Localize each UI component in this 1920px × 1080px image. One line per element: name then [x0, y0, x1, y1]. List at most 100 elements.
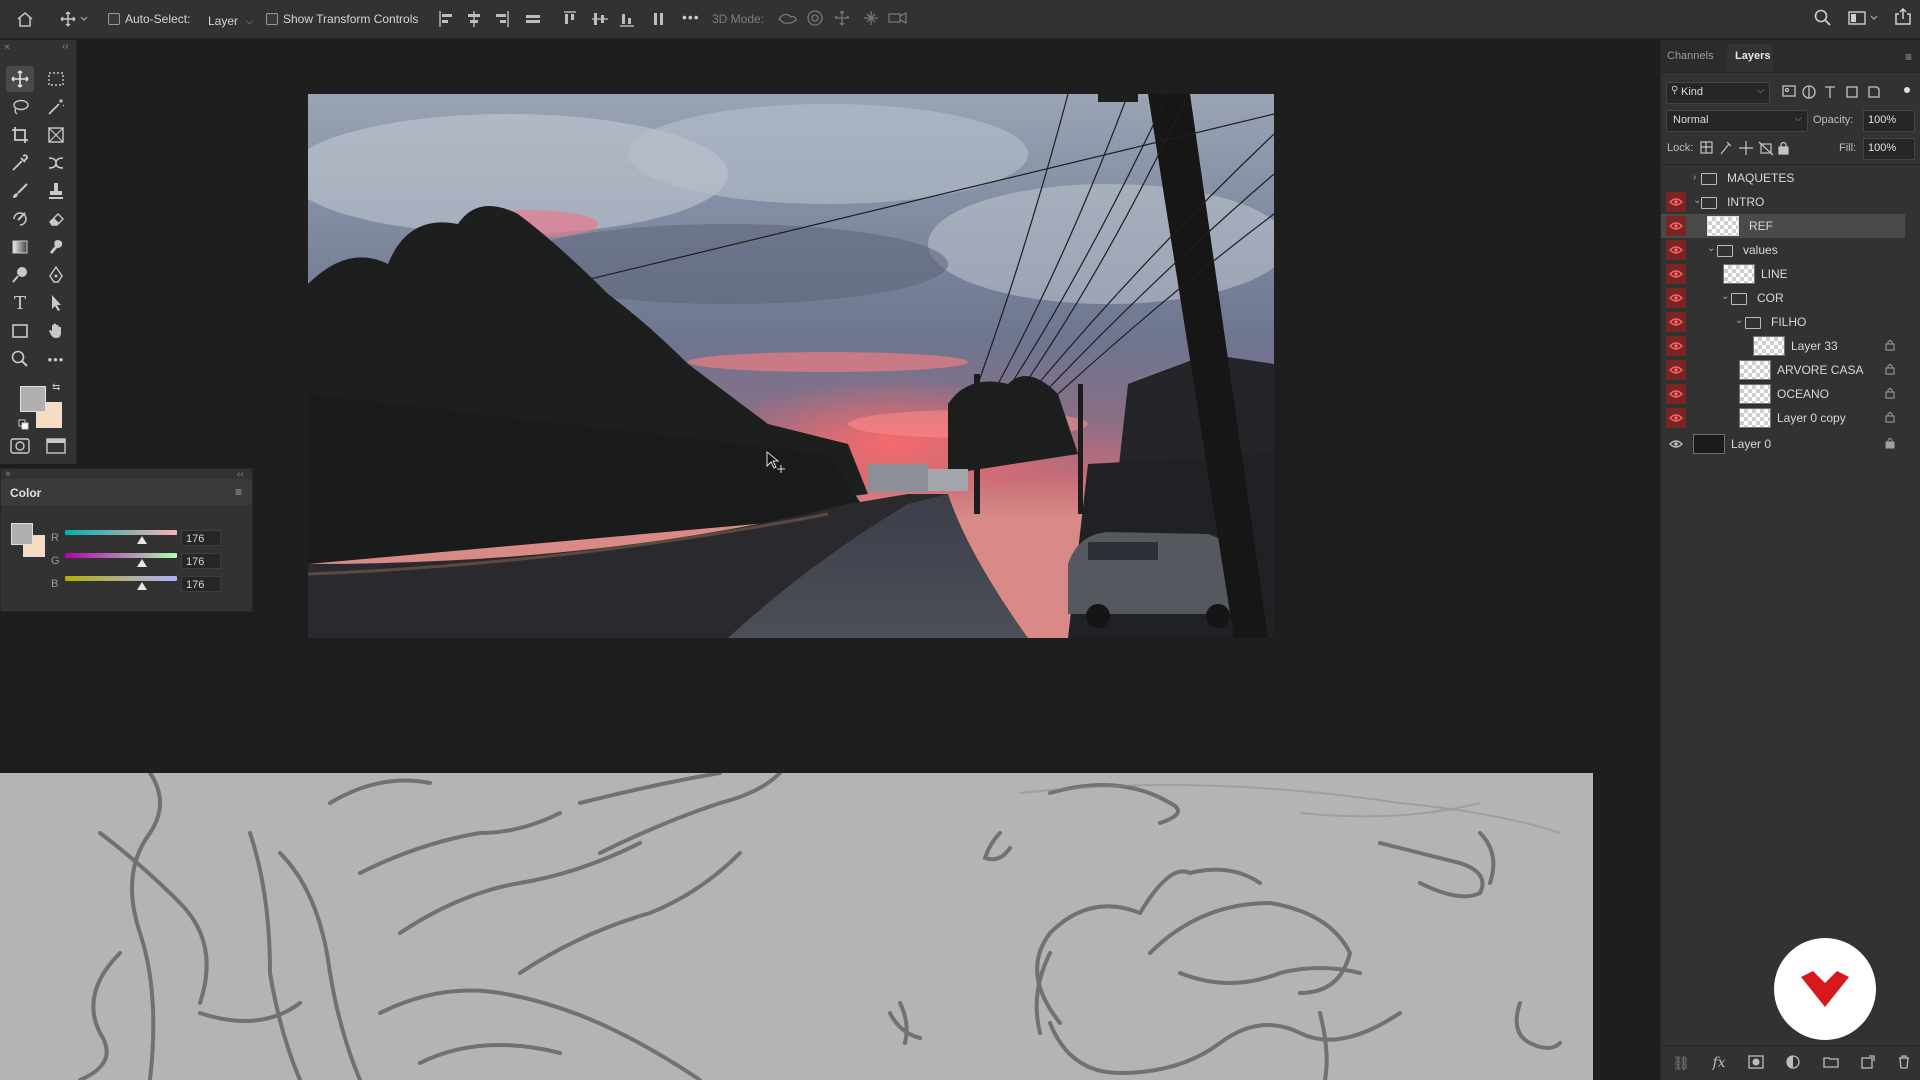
sketch-canvas[interactable]	[0, 773, 1593, 1080]
eraser-tool-icon[interactable]	[42, 206, 70, 232]
layer-row-layer-33[interactable]: Layer 33	[1661, 334, 1905, 358]
magic-wand-tool-icon[interactable]	[42, 94, 70, 120]
lock-buttons[interactable]	[1699, 140, 1789, 159]
green-slider-thumb[interactable]	[137, 559, 148, 567]
eye-icon[interactable]	[1666, 216, 1686, 236]
eye-icon[interactable]	[1666, 264, 1686, 284]
blue-value-field[interactable]: 176	[181, 576, 221, 592]
brush-tool-icon[interactable]	[6, 178, 34, 204]
panel-menu-icon[interactable]: ≡	[1905, 50, 1912, 64]
add-mask-icon[interactable]	[1748, 1054, 1764, 1072]
eye-icon[interactable]	[1666, 312, 1686, 332]
opacity-field[interactable]: 100%	[1863, 110, 1915, 132]
layer-row-ref[interactable]: REF	[1661, 214, 1905, 238]
pen-tool-icon[interactable]	[42, 262, 70, 288]
new-group-icon[interactable]	[1823, 1055, 1839, 1071]
eye-icon[interactable]	[1666, 240, 1686, 260]
blue-slider-thumb[interactable]	[137, 582, 148, 590]
visibility-off-icon[interactable]	[1666, 168, 1686, 188]
adjustment-layer-icon[interactable]	[1786, 1054, 1801, 1072]
blend-mode-dropdown[interactable]: Normal ⌵	[1666, 110, 1808, 132]
link-layers-icon[interactable]: ⛓	[1672, 1055, 1690, 1072]
chevron-right-icon[interactable]: ›	[1693, 172, 1696, 183]
default-colors-icon[interactable]	[18, 418, 30, 436]
chevron-down-icon: ⌵	[1757, 85, 1764, 95]
eye-icon[interactable]	[1666, 336, 1686, 356]
eye-icon[interactable]	[1666, 192, 1686, 212]
screen-mode-icon[interactable]	[46, 438, 66, 459]
close-icon[interactable]: ×	[4, 42, 10, 53]
layer-row-layer-0[interactable]: Layer 0	[1661, 432, 1905, 456]
eye-icon[interactable]	[1666, 408, 1686, 428]
layer-row-values[interactable]: ⌄ values	[1661, 238, 1905, 262]
fx-icon[interactable]: fx	[1712, 1055, 1725, 1071]
share-icon[interactable]	[1894, 7, 1912, 29]
layer-row-arvore-casa[interactable]: ARVORE CASA	[1661, 358, 1905, 382]
search-icon[interactable]	[1814, 9, 1832, 30]
chevron-down-icon[interactable]: ⌄	[1735, 315, 1743, 326]
tab-channels[interactable]: Channels	[1667, 50, 1713, 62]
move-tool-preset-icon[interactable]	[58, 8, 92, 30]
patch-tool-icon[interactable]	[42, 150, 70, 176]
blue-slider-track[interactable]	[65, 576, 177, 581]
marquee-tool-icon[interactable]	[42, 66, 70, 92]
3d-mode-tools	[776, 9, 910, 30]
eye-icon[interactable]	[1666, 434, 1686, 454]
color-panel-foreground-swatch-front[interactable]	[11, 523, 33, 545]
eye-icon[interactable]	[1666, 288, 1686, 308]
delete-layer-icon[interactable]	[1898, 1054, 1910, 1072]
gradient-tool-icon[interactable]	[6, 234, 34, 260]
red-slider-thumb[interactable]	[137, 536, 148, 544]
layer-row-oceano[interactable]: OCEANO	[1661, 382, 1905, 406]
eye-icon[interactable]	[1666, 384, 1686, 404]
move-tool-icon[interactable]	[6, 66, 34, 92]
green-value-field[interactable]: 176	[181, 553, 221, 569]
show-transform-checkbox[interactable]: Show Transform Controls	[266, 8, 418, 30]
layer-filter-icons[interactable]	[1781, 84, 1917, 103]
chevron-down-icon[interactable]: ⌄	[1707, 243, 1715, 254]
swap-colors-icon[interactable]: ⇆	[52, 382, 60, 393]
dodge-tool-icon[interactable]	[6, 262, 34, 288]
eye-icon[interactable]	[1666, 360, 1686, 380]
lasso-tool-icon[interactable]	[6, 94, 34, 120]
more-options-icon[interactable]: •••	[682, 9, 700, 25]
hand-tool-icon[interactable]	[42, 318, 70, 344]
layer-row-layer-0-copy[interactable]: Layer 0 copy	[1661, 406, 1905, 430]
home-icon[interactable]	[14, 8, 36, 30]
collapse-icon[interactable]: ‹‹	[62, 41, 69, 52]
auto-select-target-dropdown[interactable]: Layer ⌵	[202, 8, 259, 34]
green-slider-track[interactable]	[65, 553, 177, 558]
layer-thumbnail	[1739, 384, 1771, 404]
layer-row-maquetes[interactable]: › MAQUETES	[1661, 166, 1905, 190]
zoom-tool-icon[interactable]	[6, 346, 34, 372]
more-tools-icon[interactable]: •••	[42, 346, 70, 372]
color-panel-title[interactable]: Color	[10, 486, 41, 500]
path-selection-tool-icon[interactable]	[42, 290, 70, 316]
rectangle-tool-icon[interactable]	[6, 318, 34, 344]
stamp-tool-icon[interactable]	[42, 178, 70, 204]
foreground-color-swatch-front[interactable]	[20, 386, 46, 412]
reference-photo[interactable]	[308, 94, 1274, 638]
frame-tool-icon[interactable]	[42, 122, 70, 148]
auto-select-checkbox[interactable]: Auto-Select:	[108, 8, 190, 30]
red-slider-track[interactable]	[65, 530, 177, 535]
layer-row-filho[interactable]: ⌄ FILHO	[1661, 310, 1905, 334]
chevron-down-icon[interactable]: ⌄	[1721, 291, 1729, 302]
fill-field[interactable]: 100%	[1863, 138, 1915, 160]
crop-tool-icon[interactable]	[6, 122, 34, 148]
filter-kind-dropdown[interactable]: ⚲ Kind ⌵	[1666, 82, 1770, 104]
tab-layers[interactable]: Layers	[1735, 50, 1770, 62]
new-layer-icon[interactable]	[1861, 1054, 1875, 1072]
smudge-tool-icon[interactable]	[42, 234, 70, 260]
layer-name: COR	[1757, 291, 1784, 305]
layer-row-line[interactable]: LINE	[1661, 262, 1905, 286]
red-value-field[interactable]: 176	[181, 530, 221, 546]
type-tool-icon[interactable]: T	[6, 290, 34, 316]
panel-menu-icon[interactable]: ≡	[235, 485, 242, 499]
workspace-icon[interactable]	[1848, 10, 1880, 29]
history-brush-tool-icon[interactable]	[6, 206, 34, 232]
quick-mask-icon[interactable]	[10, 438, 30, 459]
layer-row-intro[interactable]: ⌄ INTRO	[1661, 190, 1905, 214]
eyedropper-tool-icon[interactable]	[6, 150, 34, 176]
layer-row-cor[interactable]: ⌄ COR	[1661, 286, 1905, 310]
